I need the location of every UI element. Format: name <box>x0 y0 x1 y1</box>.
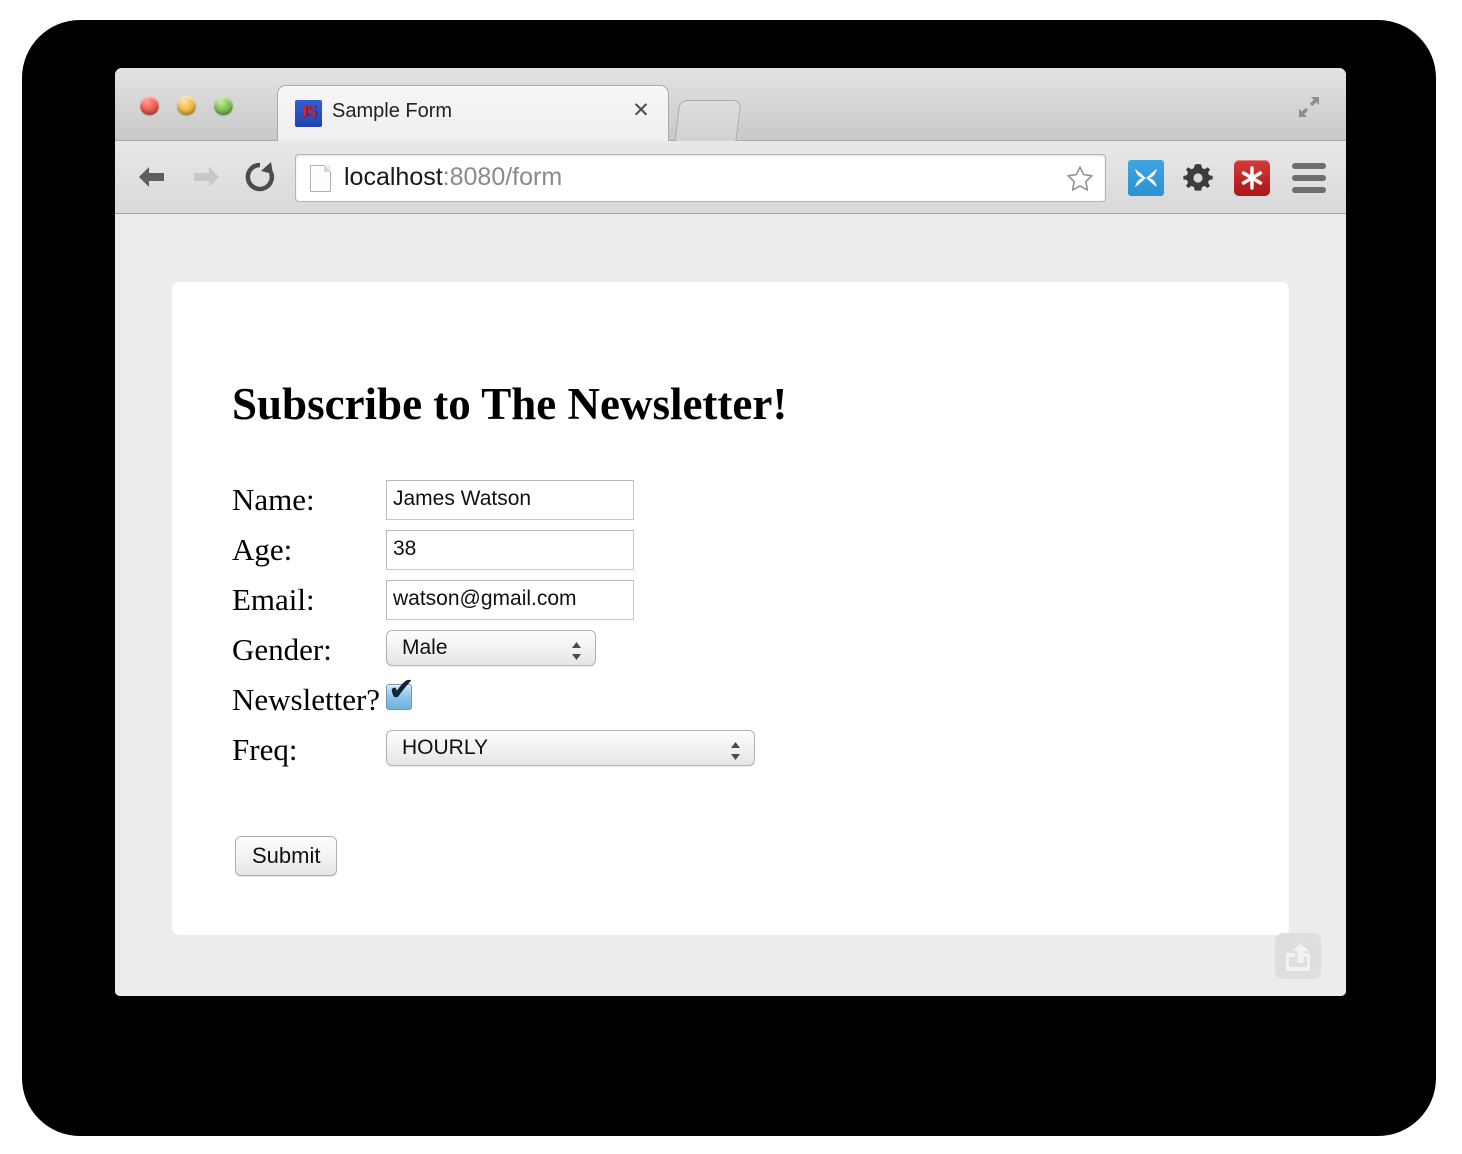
browser-toolbar: localhost:8080/form <box>115 141 1346 214</box>
window-controls <box>140 96 233 115</box>
close-window-button[interactable] <box>140 96 159 115</box>
address-bar[interactable]: localhost:8080/form <box>295 154 1106 202</box>
gender-select[interactable]: Male <box>386 630 596 666</box>
back-button[interactable] <box>133 158 171 196</box>
js-favicon: JS <box>295 100 322 127</box>
zoom-window-button[interactable] <box>214 96 233 115</box>
content-card: Subscribe to The Newsletter! Name: James… <box>172 282 1289 935</box>
forward-button[interactable] <box>187 158 225 196</box>
label-name: Name: <box>232 482 315 517</box>
tab-strip: JS Sample Form ✕ <box>115 68 1346 141</box>
name-input[interactable]: James Watson <box>386 480 634 520</box>
browser-window: JS Sample Form ✕ localhost:8080/form Sub… <box>115 68 1346 996</box>
label-email: Email: <box>232 582 315 617</box>
star-outline-icon[interactable] <box>1065 164 1095 192</box>
menu-bar-3 <box>1292 187 1326 193</box>
fullscreen-expand-icon[interactable] <box>1292 90 1326 124</box>
menu-hamburger-icon[interactable] <box>1292 163 1326 193</box>
tab-title: Sample Form <box>332 100 453 122</box>
menu-bar-1 <box>1292 163 1326 169</box>
close-icon[interactable]: ✕ <box>630 100 652 122</box>
gender-select-value: Male <box>402 636 448 659</box>
chevron-updown-icon <box>730 738 741 760</box>
menu-bar-2 <box>1292 175 1326 181</box>
label-freq: Freq: <box>232 732 298 767</box>
freq-select[interactable]: HOURLY <box>386 730 755 766</box>
new-tab-button[interactable] <box>674 100 742 141</box>
email-input[interactable]: watson@gmail.com <box>386 580 634 620</box>
url-path: :8080/form <box>442 163 563 191</box>
age-input[interactable]: 38 <box>386 530 634 570</box>
gear-icon[interactable] <box>1180 160 1216 196</box>
submit-button[interactable]: Submit <box>235 836 338 876</box>
page-title: Subscribe to The Newsletter! <box>232 379 788 429</box>
url-text: localhost:8080/form <box>344 163 562 192</box>
newsletter-checkbox[interactable]: ✔ <box>386 673 415 710</box>
chevron-updown-icon <box>571 638 582 660</box>
label-age: Age: <box>232 532 293 567</box>
browser-tab[interactable]: JS Sample Form ✕ <box>277 85 669 141</box>
extension-blue-icon[interactable] <box>1128 160 1164 196</box>
extension-red-icon[interactable] <box>1234 160 1270 196</box>
reload-icon[interactable] <box>241 158 279 196</box>
label-gender: Gender: <box>232 632 332 667</box>
freq-select-value: HOURLY <box>402 736 488 759</box>
page-viewport: Subscribe to The Newsletter! Name: James… <box>115 214 1346 996</box>
document-icon <box>310 165 331 192</box>
check-icon: ✔ <box>388 670 415 708</box>
share-export-icon[interactable] <box>1275 933 1321 979</box>
minimize-window-button[interactable] <box>177 96 196 115</box>
favicon-glyph: JS <box>299 102 317 123</box>
url-host: localhost <box>344 163 443 191</box>
label-newsletter: Newsletter? <box>232 682 381 717</box>
